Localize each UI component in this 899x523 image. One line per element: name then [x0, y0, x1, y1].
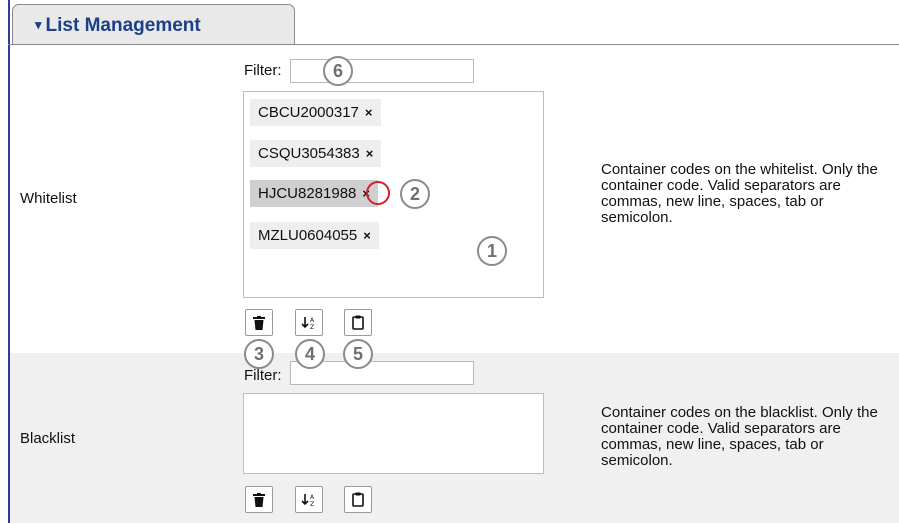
sort-icon: AZ — [301, 316, 315, 330]
trash-icon — [253, 492, 265, 507]
blacklist-label: Blacklist — [20, 430, 76, 447]
whitelist-chip[interactable]: MZLU0604055 × — [250, 222, 379, 249]
callout-marker: 1 — [477, 236, 507, 266]
clipboard-icon — [352, 315, 364, 330]
trash-icon — [253, 315, 265, 330]
svg-text:A: A — [310, 317, 315, 324]
section-divider — [8, 44, 899, 45]
caret-down-icon: ▾ — [35, 17, 42, 32]
svg-text:Z: Z — [310, 324, 314, 330]
chip-label: HJCU8281988 — [258, 185, 357, 202]
callout-marker: 6 — [323, 56, 353, 86]
remove-chip-icon[interactable]: × — [365, 105, 373, 120]
tab-list-management[interactable]: ▾ List Management — [12, 4, 295, 44]
paste-list-button[interactable] — [344, 309, 372, 336]
chip-label: MZLU0604055 — [258, 227, 358, 244]
sort-icon: AZ — [301, 493, 315, 507]
callout-marker: 2 — [400, 179, 430, 209]
callout-marker: 4 — [295, 339, 325, 369]
blacklist-filter-label: Filter: — [244, 367, 282, 384]
clear-list-button[interactable] — [245, 486, 273, 513]
chip-label: CBCU2000317 — [258, 104, 359, 121]
callout-marker: 5 — [343, 339, 373, 369]
svg-text:Z: Z — [310, 501, 314, 507]
whitelist-label: Whitelist — [20, 190, 77, 207]
callout-marker: 3 — [244, 339, 274, 369]
whitelist-filter-label: Filter: — [244, 62, 282, 79]
clipboard-icon — [352, 492, 364, 507]
svg-text:A: A — [310, 494, 315, 501]
blacklist-listbox[interactable] — [243, 393, 544, 474]
remove-chip-icon[interactable]: × — [363, 228, 371, 243]
remove-chip-icon[interactable]: × — [366, 146, 374, 161]
highlight-ring — [366, 181, 390, 205]
whitelist-chip[interactable]: CSQU3054383 × — [250, 140, 382, 167]
chip-label: CSQU3054383 — [258, 145, 360, 162]
whitelist-filter-input[interactable] — [290, 59, 474, 83]
blacklist-description: Container codes on the blacklist. Only t… — [601, 404, 878, 469]
sort-list-button[interactable]: AZ — [295, 309, 323, 336]
tab-title: List Management — [45, 15, 201, 36]
sort-list-button[interactable]: AZ — [295, 486, 323, 513]
whitelist-description: Container codes on the whitelist. Only t… — [601, 161, 878, 226]
clear-list-button[interactable] — [245, 309, 273, 336]
paste-list-button[interactable] — [344, 486, 372, 513]
whitelist-chip-selected[interactable]: HJCU8281988 × — [250, 180, 378, 207]
whitelist-chip[interactable]: CBCU2000317 × — [250, 99, 381, 126]
